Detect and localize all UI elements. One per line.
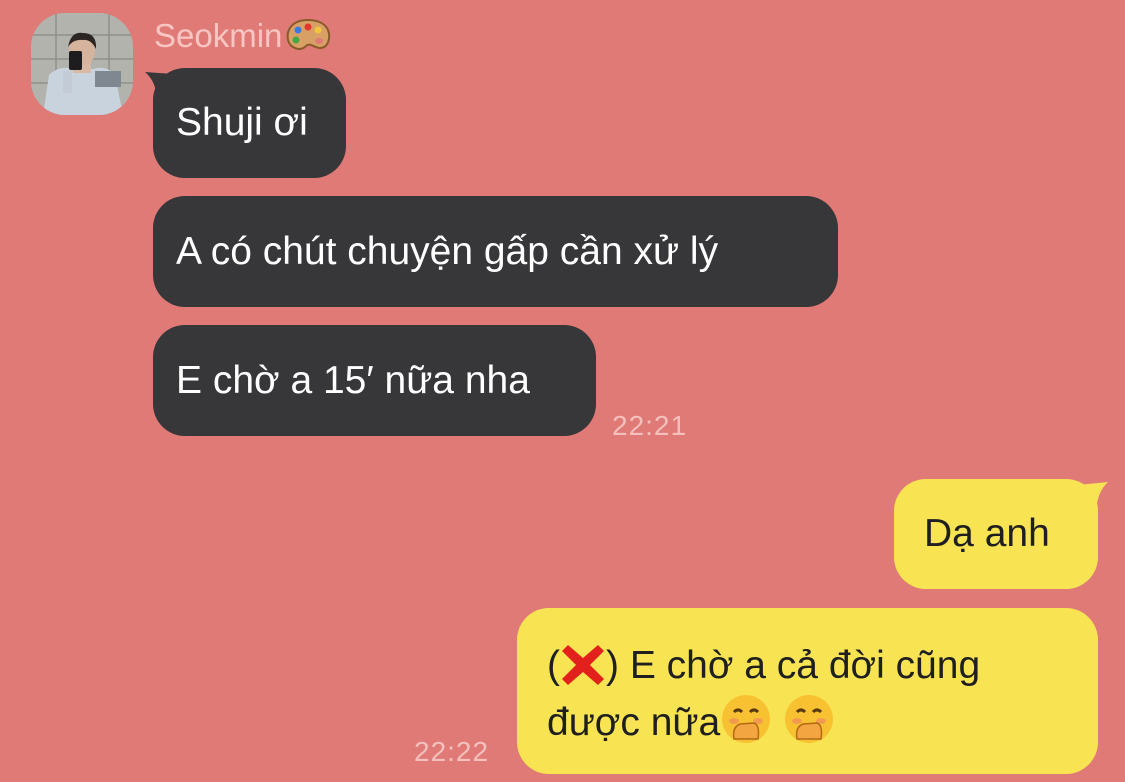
incoming-message[interactable]: A có chút chuyện gấp cần xử lý — [153, 196, 838, 307]
outgoing-message[interactable]: ( ) E chờ a cả đời cũng được nữa — [517, 608, 1098, 774]
message-timestamp: 22:21 — [612, 410, 688, 441]
sender-name: Seokmin — [154, 16, 332, 56]
avatar[interactable] — [31, 13, 133, 115]
incoming-message[interactable]: E chờ a 15′ nữa nha — [153, 325, 596, 436]
message-timestamp: 22:22 — [414, 736, 490, 767]
message-text: E chờ a 15′ nữa nha — [176, 358, 530, 402]
incoming-message[interactable]: Shuji ơi — [153, 68, 346, 178]
message-text: Dạ anh — [924, 512, 1050, 555]
cross-mark-icon — [562, 645, 604, 685]
hand-over-mouth-emoji — [722, 695, 771, 743]
message-text: A có chút chuyện gấp cần xử lý — [176, 229, 719, 273]
outgoing-message[interactable]: Dạ anh — [894, 479, 1098, 589]
sender-name-text: Seokmin — [154, 17, 283, 54]
message-line: ( ) E chờ a cả đời cũng — [547, 644, 981, 687]
message-line: được nữa — [547, 693, 980, 750]
message-text: Shuji ơi — [176, 101, 308, 144]
hand-over-mouth-emoji — [785, 695, 834, 743]
avatar-photo — [31, 13, 133, 115]
palette-icon — [287, 18, 331, 50]
message-text: ( ) E chờ a cả đời cũng được nữa — [547, 639, 980, 750]
